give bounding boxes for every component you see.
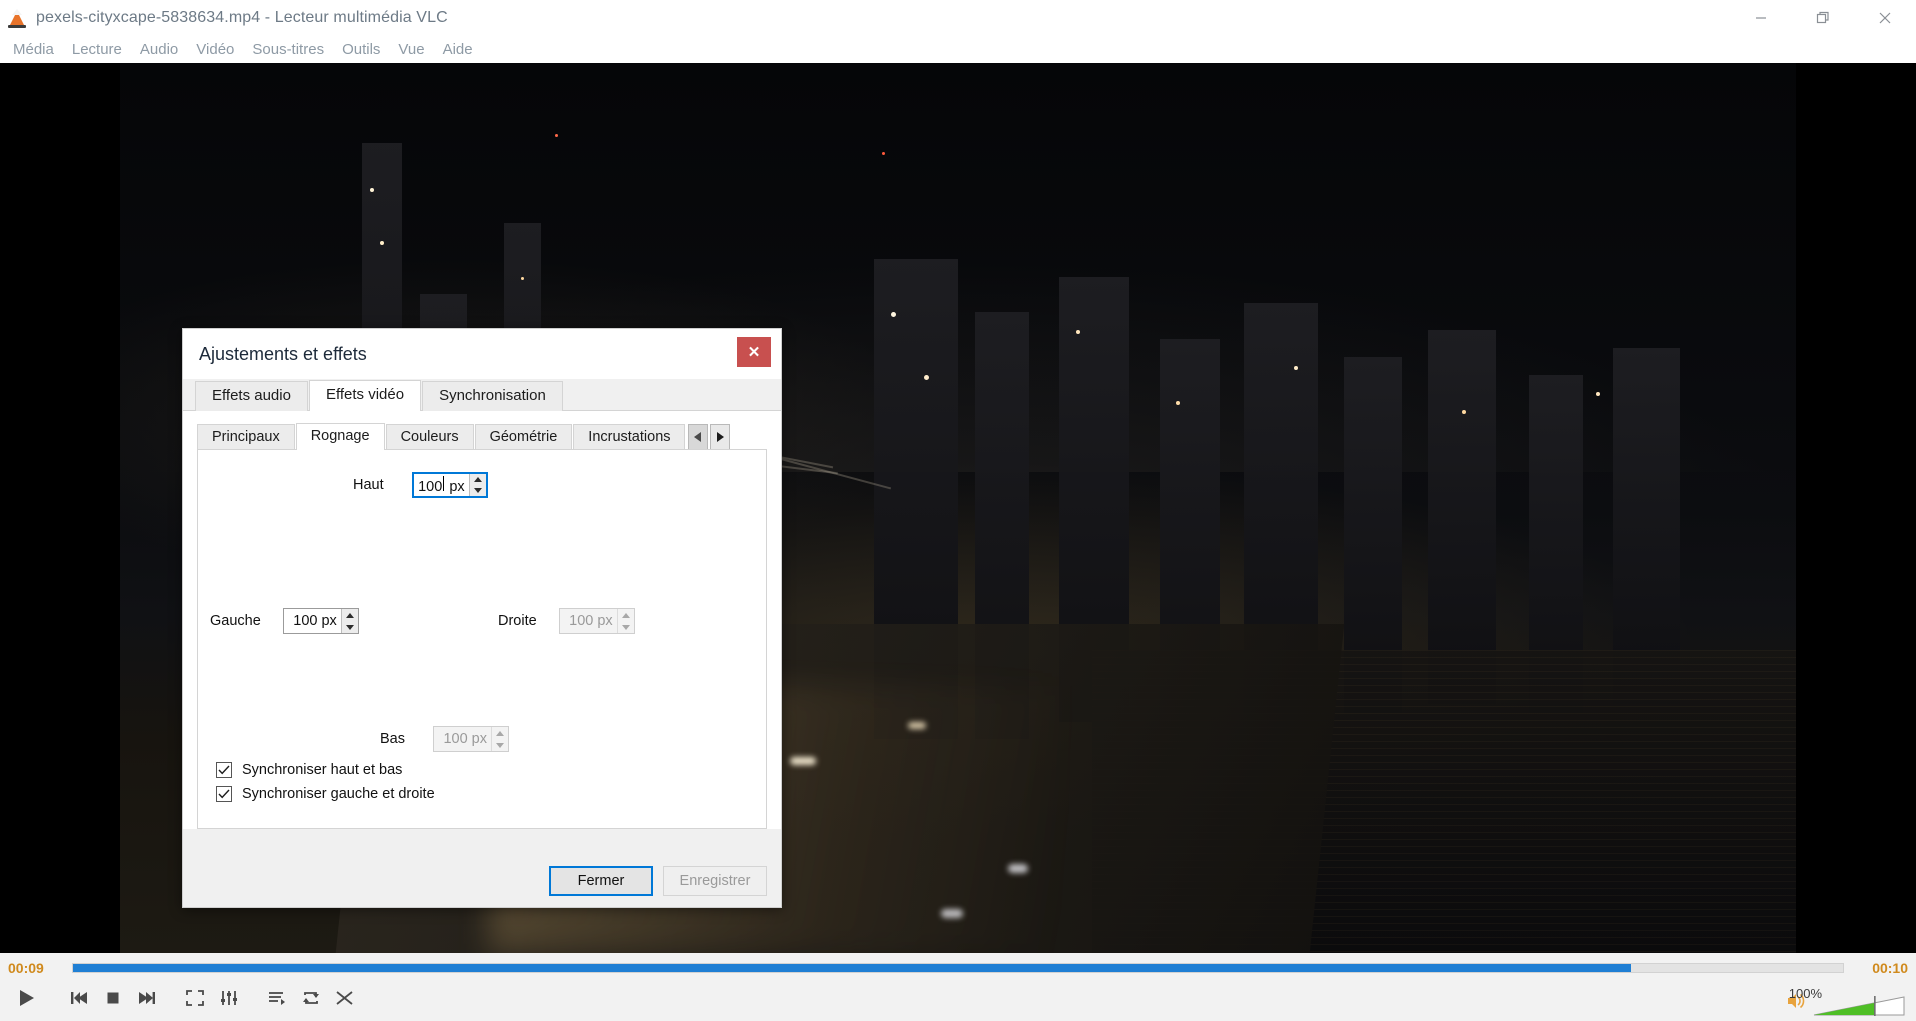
menu-item-vue[interactable]: Vue <box>389 39 433 60</box>
total-time[interactable]: 00:10 <box>1854 960 1908 976</box>
dialog-close-icon[interactable]: ✕ <box>737 337 771 367</box>
menu-item-sous-titres[interactable]: Sous-titres <box>243 39 333 60</box>
subtab-principaux[interactable]: Principaux <box>197 424 295 450</box>
menu-item-video[interactable]: Vidéo <box>187 39 243 60</box>
seek-row: 00:09 00:10 <box>0 953 1916 979</box>
crop-top-stepper[interactable] <box>468 474 486 496</box>
crop-left-row: Gauche 100 px <box>210 608 359 634</box>
menu-item-outils[interactable]: Outils <box>333 39 389 60</box>
crop-right-row: Droite 100 px <box>498 608 635 634</box>
subtab-rognage[interactable]: Rognage <box>295 423 385 450</box>
sync-left-right-checkbox[interactable] <box>216 786 232 802</box>
vlc-cone-icon <box>6 7 28 29</box>
chevron-left-icon[interactable] <box>688 424 709 450</box>
crop-bottom-spinbox[interactable]: 100 px <box>433 726 509 752</box>
tab-effets-video[interactable]: Effets vidéo <box>308 380 422 411</box>
menu-item-media[interactable]: Média <box>4 39 63 60</box>
volume-area: 100% <box>1786 983 1908 1017</box>
sync-top-bottom-checkbox[interactable] <box>216 762 232 778</box>
video-letterbox-left <box>0 63 120 953</box>
sync-top-bottom-label: Synchroniser haut et bas <box>242 762 403 778</box>
menu-item-aide[interactable]: Aide <box>434 39 482 60</box>
crop-panel: Haut 100 px Gauche 100 px Droite 100 px … <box>197 449 767 829</box>
crop-bottom-stepper[interactable] <box>491 727 508 751</box>
crop-right-spinbox[interactable]: 100 px <box>558 608 635 634</box>
transport-controls <box>0 979 1916 1017</box>
sync-left-right-checkbox-row[interactable]: Synchroniser gauche et droite <box>216 786 435 802</box>
sync-top-bottom-checkbox-row[interactable]: Synchroniser haut et bas <box>216 762 435 778</box>
volume-slider[interactable] <box>1812 995 1908 1017</box>
seek-slider[interactable] <box>72 963 1844 973</box>
crop-left-spinbox[interactable]: 100 px <box>282 608 359 634</box>
next-icon[interactable] <box>132 984 162 1012</box>
player-controls-bar: 00:09 00:10 100% <box>0 953 1916 1021</box>
menu-item-audio[interactable]: Audio <box>131 39 187 60</box>
sync-checkbox-group: Synchroniser haut et bas Synchroniser ga… <box>216 762 435 810</box>
crop-left-stepper[interactable] <box>340 609 358 633</box>
stepper-up-icon[interactable] <box>342 609 358 621</box>
subtab-couleurs[interactable]: Couleurs <box>385 424 474 450</box>
stepper-down-icon[interactable] <box>492 739 508 751</box>
fullscreen-icon[interactable] <box>180 984 210 1012</box>
window-title: pexels-cityxcape-5838634.mp4 - Lecteur m… <box>36 8 448 26</box>
crop-left-label: Gauche <box>210 613 261 629</box>
close-icon[interactable] <box>1854 0 1916 35</box>
play-icon[interactable] <box>6 982 46 1014</box>
window-controls <box>1730 0 1916 35</box>
subtab-geometrie[interactable]: Géométrie <box>474 424 573 450</box>
sync-left-right-label: Synchroniser gauche et droite <box>242 786 435 802</box>
crop-top-label: Haut <box>353 477 384 493</box>
crop-bottom-value: 100 px <box>443 731 487 747</box>
dialog-titlebar: Ajustements et effets ✕ <box>183 329 781 379</box>
chevron-right-icon[interactable] <box>710 424 731 450</box>
crop-bottom-row: Bas 100 px <box>380 726 509 752</box>
video-letterbox-right <box>1796 63 1916 953</box>
stepper-down-icon[interactable] <box>618 621 634 633</box>
crop-right-stepper[interactable] <box>616 609 634 633</box>
crop-top-value: 100 px <box>418 475 465 495</box>
menubar: Média Lecture Audio Vidéo Sous-titres Ou… <box>0 35 1916 63</box>
equalizer-icon[interactable] <box>214 984 244 1012</box>
subtab-incrustations[interactable]: Incrustations <box>573 424 686 450</box>
stepper-up-icon[interactable] <box>618 609 634 621</box>
stepper-down-icon[interactable] <box>470 485 486 496</box>
crop-right-label: Droite <box>498 613 537 629</box>
dialog-footer: Fermer Enregistrer <box>183 855 781 907</box>
shuffle-icon[interactable] <box>330 984 360 1012</box>
close-button[interactable]: Fermer <box>549 866 653 896</box>
dialog-main-tabs: Effets audio Effets vidéo Synchronisatio… <box>183 379 781 411</box>
tab-synchronisation[interactable]: Synchronisation <box>422 381 563 411</box>
save-button[interactable]: Enregistrer <box>663 866 767 896</box>
tab-effets-audio[interactable]: Effets audio <box>195 381 308 411</box>
previous-icon[interactable] <box>64 984 94 1012</box>
adjustments-effects-dialog: Ajustements et effets ✕ Effets audio Eff… <box>182 328 782 908</box>
video-effects-subtabs: Principaux Rognage Couleurs Géométrie In… <box>183 411 781 450</box>
window-titlebar: pexels-cityxcape-5838634.mp4 - Lecteur m… <box>0 0 1916 35</box>
crop-bottom-label: Bas <box>380 731 405 747</box>
playlist-icon[interactable] <box>262 984 292 1012</box>
crop-top-row: Haut 100 px <box>353 472 488 498</box>
loop-icon[interactable] <box>296 984 326 1012</box>
crop-left-value: 100 px <box>293 613 337 629</box>
menu-item-lecture[interactable]: Lecture <box>63 39 131 60</box>
stepper-up-icon[interactable] <box>470 474 486 485</box>
dialog-title: Ajustements et effets <box>199 343 367 364</box>
minimize-icon[interactable] <box>1730 0 1792 35</box>
crop-right-value: 100 px <box>569 613 613 629</box>
restore-icon[interactable] <box>1792 0 1854 35</box>
stepper-up-icon[interactable] <box>492 727 508 739</box>
stepper-down-icon[interactable] <box>342 621 358 633</box>
elapsed-time[interactable]: 00:09 <box>8 960 62 976</box>
crop-top-spinbox[interactable]: 100 px <box>411 472 488 498</box>
subtab-scroll-arrows <box>686 424 731 450</box>
stop-icon[interactable] <box>98 984 128 1012</box>
seek-progress <box>73 964 1631 972</box>
dialog-tab-body: Principaux Rognage Couleurs Géométrie In… <box>183 411 781 829</box>
